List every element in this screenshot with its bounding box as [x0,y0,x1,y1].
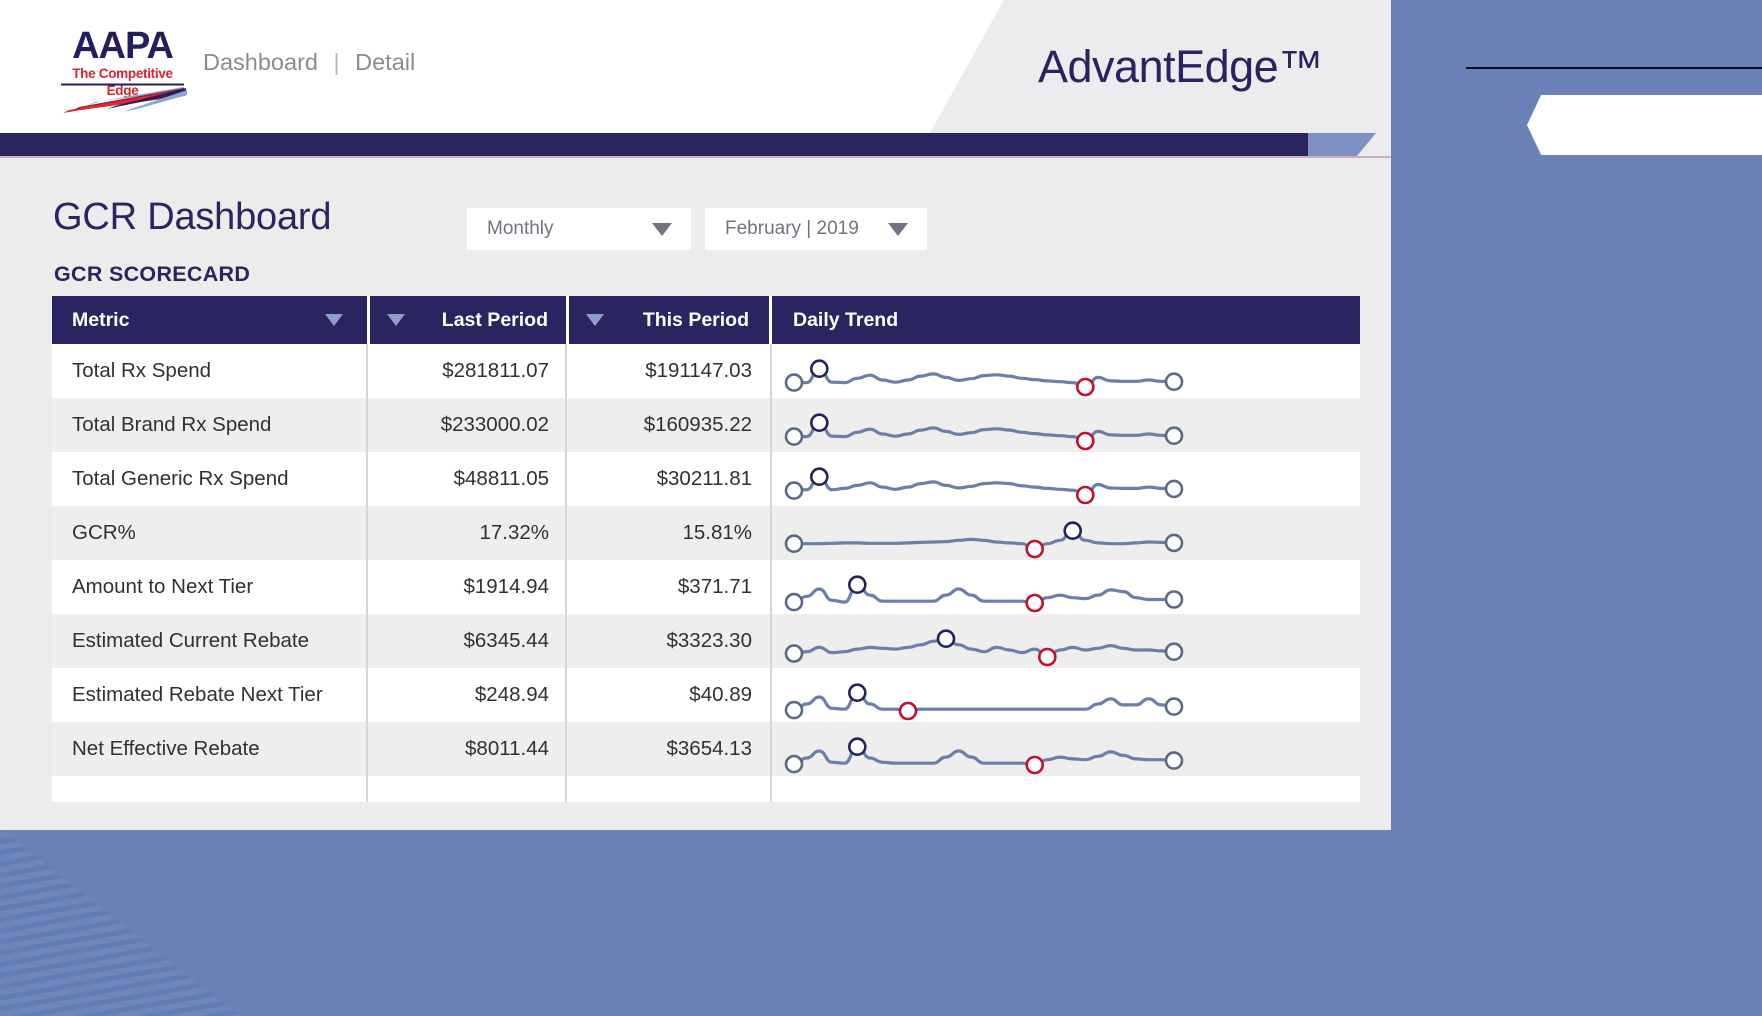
desktop-divider-line [1466,67,1762,69]
cell-metric: Total Rx Spend [72,359,212,382]
header-accent-bar-tail [1308,133,1376,156]
column-divider [565,344,567,802]
app-header: AAPA The Competitive Edge Dashboard | De… [0,0,1391,133]
nav-item-dashboard[interactable]: Dashboard [203,44,318,80]
cell-this-period: $160935.22 [643,413,752,436]
period-frequency-select[interactable]: Monthly [467,208,691,250]
table-row[interactable]: Net Effective Rebate $8011.44 $3654.13 [52,722,1360,776]
cell-daily-trend-sparkline [774,668,1360,722]
period-month-select[interactable]: February | 2019 [705,208,927,250]
table-row[interactable]: Estimated Rebate Next Tier $248.94 $40.89 [52,668,1360,722]
column-header-last-period-label: Last Period [441,309,548,331]
cell-this-period: $3654.13 [666,737,752,760]
sort-metric-icon[interactable] [325,314,343,326]
column-header-metric[interactable]: Metric [52,296,367,344]
table-row[interactable]: Total Rx Spend $281811.07 $191147.03 [52,344,1360,398]
cell-metric: Total Generic Rx Spend [72,467,289,490]
cell-daily-trend-sparkline [774,344,1360,398]
column-divider [366,344,368,802]
cell-metric: Net Effective Rebate [72,737,260,760]
chevron-down-icon [888,223,908,236]
page-title: GCR Dashboard [53,196,332,238]
period-frequency-value: Monthly [487,218,554,239]
cell-metric: Amount to Next Tier [72,575,254,598]
cell-last-period: 17.32% [479,521,549,544]
cell-last-period: $233000.02 [440,413,549,436]
desktop-texture [0,828,240,1016]
cell-daily-trend-sparkline [774,506,1360,560]
cell-last-period: $48811.05 [453,467,549,490]
cell-this-period: $371.71 [677,575,752,598]
cell-last-period: $6345.44 [463,629,549,652]
table-row[interactable]: Amount to Next Tier $1914.94 $371.71 [52,560,1360,614]
header-accent-underline [0,156,1391,158]
product-brand-title: AdvantEdge™ [1038,41,1323,92]
period-month-value: February | 2019 [725,218,859,239]
table-row[interactable]: Estimated Current Rebate $6345.44 $3323.30 [52,614,1360,668]
gcr-scorecard-table: Metric Last Period This Period Daily Tre… [52,296,1360,802]
cell-metric: Estimated Current Rebate [72,629,310,652]
column-header-this-period-label: This Period [642,309,749,331]
column-header-daily-trend: Daily Trend [772,296,1360,344]
column-header-daily-trend-label: Daily Trend [793,309,899,331]
section-label: GCR SCORECARD [54,262,251,286]
chevron-down-icon [652,223,672,236]
cell-this-period: $40.89 [689,683,752,706]
application-window: AAPA The Competitive Edge Dashboard | De… [0,0,1391,830]
cell-last-period: $8011.44 [465,737,549,760]
cell-last-period: $248.94 [474,683,549,706]
table-row[interactable]: GCR% 17.32% 15.81% [52,506,1360,560]
header-accent-bar [0,133,1311,156]
logo-wordmark: AAPA [72,25,174,67]
table-row[interactable]: Total Generic Rx Spend $48811.05 $30211.81 [52,452,1360,506]
cell-daily-trend-sparkline [774,614,1360,668]
cell-last-period: $281811.07 [442,359,549,382]
logo-tagline: The Competitive Edge [72,66,173,98]
cell-daily-trend-sparkline [774,560,1360,614]
table-row[interactable]: Total Brand Rx Spend $233000.02 $160935.22 [52,398,1360,452]
sort-last-period-icon[interactable] [387,314,405,326]
logo-swoosh-icon [61,83,187,113]
column-divider [770,344,772,802]
table-header-row: Metric Last Period This Period Daily Tre… [52,296,1360,344]
sort-this-period-icon[interactable] [586,314,604,326]
cell-last-period: $1914.94 [463,575,549,598]
nav-separator: | [333,49,340,75]
cell-this-period: $191147.03 [645,359,752,382]
cell-metric: GCR% [72,521,136,544]
desktop-arrow-banner [1527,95,1762,155]
cell-metric: Estimated Rebate Next Tier [72,683,323,706]
cell-daily-trend-sparkline [774,452,1360,506]
column-header-last-period[interactable]: Last Period [370,296,566,344]
cell-this-period: $3323.30 [666,629,752,652]
cell-metric: Total Brand Rx Spend [72,413,272,436]
header-nav: Dashboard | Detail [203,44,415,80]
cell-daily-trend-sparkline [774,398,1360,452]
aapa-logo: AAPA The Competitive Edge [55,27,190,113]
cell-this-period: $30211.81 [656,467,752,490]
column-header-metric-label: Metric [72,309,130,331]
cell-this-period: 15.81% [682,521,752,544]
cell-daily-trend-sparkline [774,722,1360,776]
nav-item-detail[interactable]: Detail [355,44,415,80]
column-header-this-period[interactable]: This Period [569,296,769,344]
table-body: Total Rx Spend $281811.07 $191147.03 Total … [52,344,1360,802]
